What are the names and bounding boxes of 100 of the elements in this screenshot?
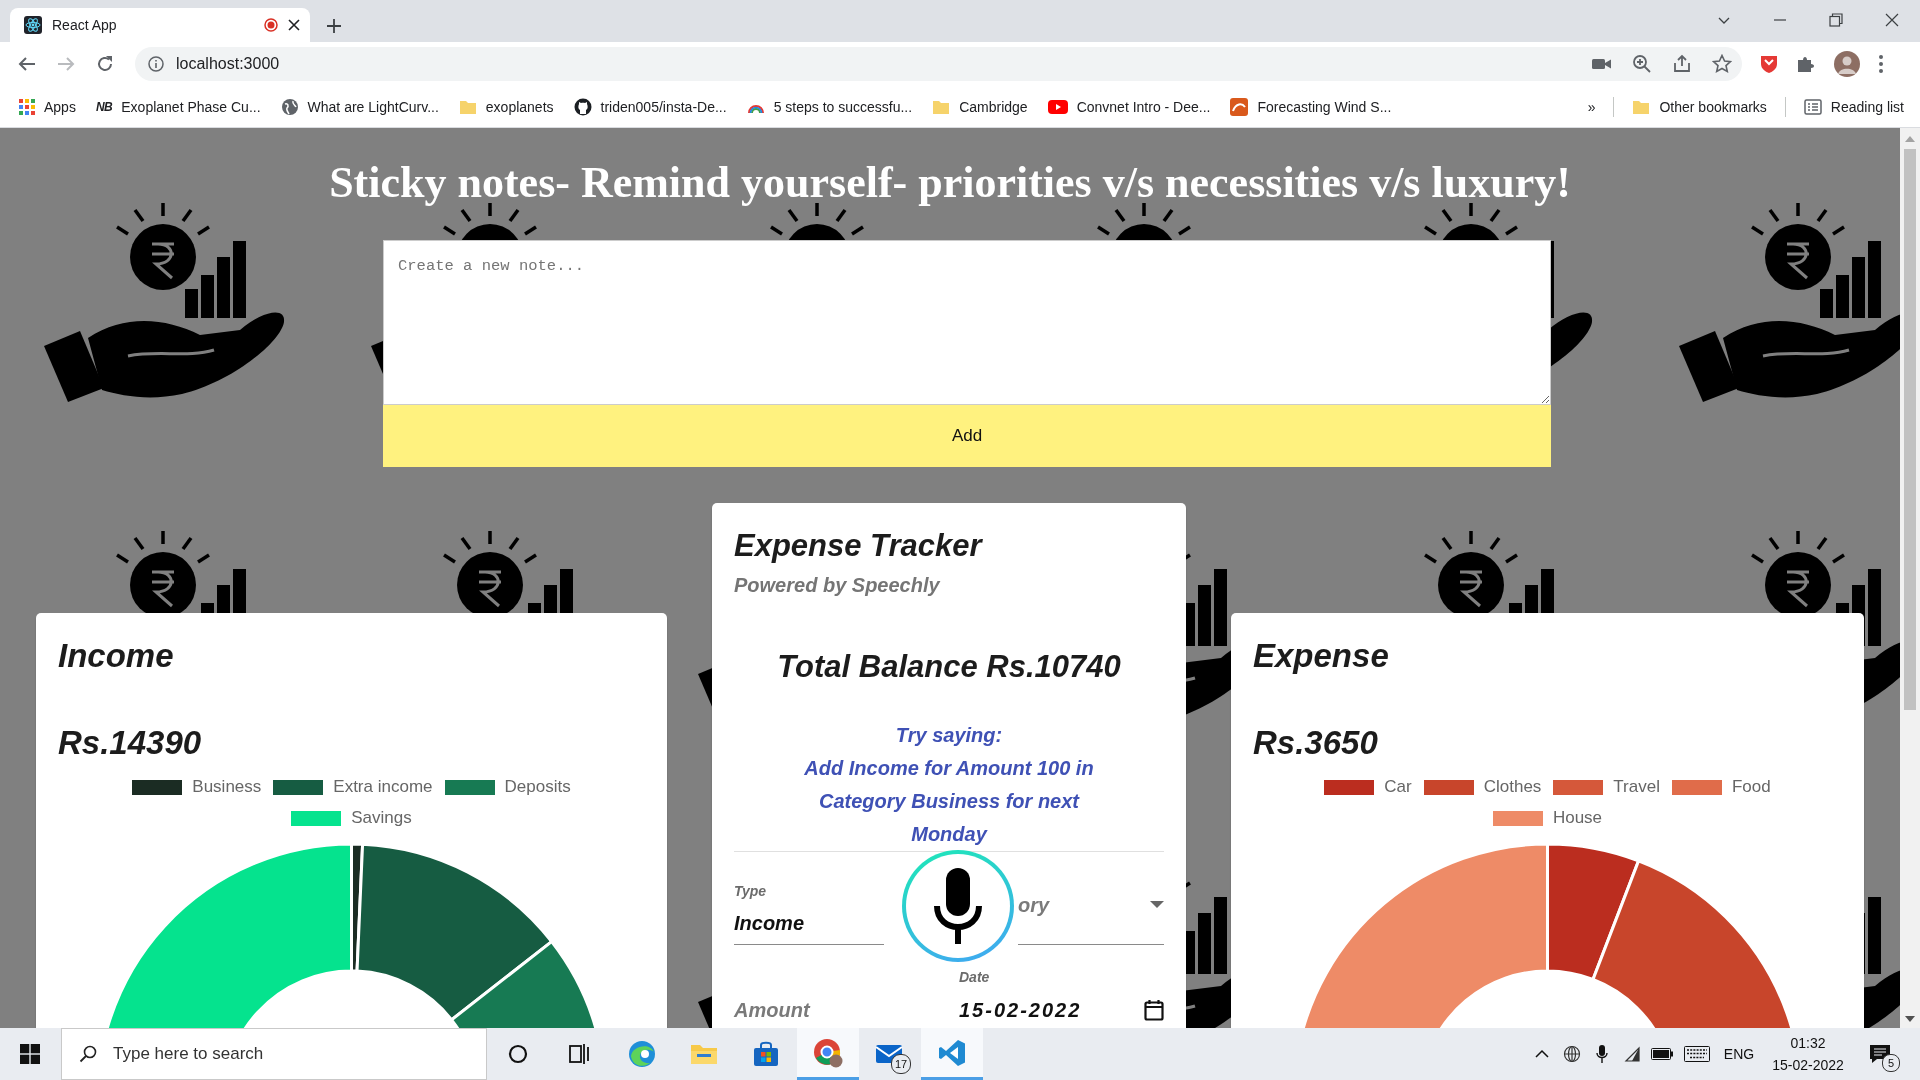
field-label: Date [959, 968, 990, 986]
date-value: 15-02-2022 [959, 998, 1082, 1023]
legend-label[interactable]: Deposits [504, 777, 571, 797]
note-input[interactable]: Create a new note... [383, 240, 1551, 405]
bookmark-link[interactable]: Reading list [1830, 98, 1904, 115]
legend-label[interactable]: Clothes [1483, 777, 1542, 797]
legend-label[interactable]: Travel [1613, 777, 1660, 797]
count-badge: 17 [891, 1054, 911, 1074]
favicon-text: NB [95, 99, 113, 114]
page-heading: Sticky notes- Remind yourself- priorities v/s necessities v/s luxury! [329, 157, 1571, 209]
type-select[interactable]: Type Income [734, 882, 884, 945]
star-icon[interactable] [1712, 54, 1732, 74]
chevron-up-icon[interactable] [1535, 1049, 1549, 1059]
bookmark-link[interactable]: triden005/insta-De... [600, 98, 727, 115]
folder-icon[interactable] [690, 1042, 718, 1066]
shield-icon[interactable] [1760, 54, 1778, 74]
atom-icon [24, 16, 42, 34]
info-icon[interactable] [148, 56, 164, 72]
bookmark-link[interactable]: What are LightCurv... [307, 98, 439, 115]
legend-label[interactable]: Savings [351, 808, 412, 828]
microphone-icon[interactable] [1596, 1045, 1608, 1063]
windows-logo-icon[interactable] [20, 1044, 40, 1064]
dark-circle-icon[interactable] [573, 97, 592, 116]
select-placeholder: ory [1018, 893, 1050, 918]
battery-icon[interactable] [1651, 1048, 1673, 1060]
legend-label[interactable]: House [1552, 808, 1603, 828]
swirl-tile-icon[interactable] [1230, 97, 1249, 116]
add-button[interactable]: Add [383, 405, 1551, 467]
bookmark-link[interactable]: Cambridge [959, 98, 1028, 115]
notification-button[interactable]: 5 [1855, 1034, 1905, 1074]
search-field[interactable]: Type here to search [61, 1028, 487, 1080]
shopping-bag-icon[interactable] [753, 1041, 779, 1067]
browser-circle-icon[interactable] [813, 1037, 843, 1068]
avatar-icon[interactable] [1834, 51, 1860, 77]
bookmark-link[interactable]: Forecasting Wind S... [1257, 98, 1392, 115]
bookmarks-overflow-button[interactable]: » [1587, 98, 1596, 115]
address-bar[interactable]: localhost:3000 [135, 47, 1742, 81]
count-badge: 5 [1882, 1054, 1900, 1072]
url-text: localhost:3000 [176, 55, 281, 73]
bookmark-link[interactable]: Apps [44, 98, 76, 115]
select-value: Income [734, 912, 805, 934]
legend-swatch[interactable] [1492, 810, 1543, 826]
globe-grid-icon[interactable] [1563, 1045, 1581, 1063]
apps-grid-icon[interactable] [19, 98, 35, 115]
keyboard-icon[interactable] [1684, 1046, 1710, 1062]
legend-swatch[interactable] [1324, 779, 1375, 795]
scroll-down-icon[interactable] [1905, 1016, 1915, 1022]
circle-icon[interactable] [508, 1044, 528, 1064]
field-label: Type [734, 882, 767, 900]
plus-icon[interactable] [326, 18, 342, 34]
globe-icon[interactable] [280, 97, 299, 116]
legend-label[interactable]: Car [1384, 777, 1412, 797]
legend-swatch[interactable] [132, 779, 183, 795]
reading-list-icon[interactable] [1803, 98, 1822, 115]
legend-swatch[interactable] [1671, 779, 1722, 795]
bookmark-link[interactable]: Exoplanet Phase Cu... [121, 98, 261, 115]
task-view-icon[interactable] [569, 1043, 591, 1065]
browser-tab[interactable]: React App [10, 8, 310, 42]
clock[interactable]: 01:32 15-02-2022 [1761, 1032, 1855, 1076]
search-icon [79, 1045, 97, 1063]
share-icon[interactable] [1672, 54, 1692, 74]
taskbar-app[interactable]: 17 [859, 1028, 921, 1080]
subtitle: Powered by Speechly [734, 573, 940, 598]
bookmark-link[interactable]: Convnet Intro - Dee... [1076, 98, 1211, 115]
scrollbar[interactable] [1900, 128, 1920, 1028]
camera-icon[interactable] [1592, 56, 1612, 72]
amount-text: Rs.3650 [1253, 723, 1378, 763]
close-icon[interactable] [288, 19, 300, 31]
category-select[interactable]: ory [1018, 882, 1164, 945]
play-button-icon[interactable] [1047, 99, 1068, 114]
card-title: Income [58, 636, 174, 676]
card-title: Expense Tracker [734, 527, 982, 565]
amount-text: Rs.14390 [58, 723, 202, 763]
bookmark-link[interactable]: 5 steps to successfu... [773, 98, 913, 115]
zoom-icon[interactable] [1632, 54, 1652, 74]
legend-label[interactable]: Business [192, 777, 262, 797]
field-placeholder: Amount [734, 998, 812, 1023]
language-indicator[interactable]: ENG [1717, 1046, 1761, 1062]
puzzle-icon[interactable] [1796, 54, 1816, 74]
legend-swatch[interactable] [1553, 779, 1604, 795]
microphone-icon [933, 868, 983, 944]
hint-text: Add Income for Amount 100 in Category Business for next Monday [803, 756, 1095, 847]
bookmark-link[interactable]: Other bookmarks [1659, 98, 1767, 115]
dropdown-caret-icon [1150, 901, 1164, 909]
legend-swatch[interactable] [291, 810, 342, 826]
code-editor-icon[interactable] [938, 1038, 966, 1067]
card-title: Expense [1253, 636, 1389, 676]
hint-title: Try saying: [894, 723, 1004, 748]
legend-label[interactable]: Food [1731, 777, 1771, 797]
legend-swatch[interactable] [444, 779, 495, 795]
legend-swatch[interactable] [273, 779, 324, 795]
scrollbar-thumb[interactable] [1904, 149, 1916, 710]
tab-title: React App [52, 17, 118, 33]
balance-text: Total Balance Rs.10740 [776, 648, 1122, 686]
browser-swirl-icon[interactable] [628, 1040, 656, 1068]
menu-icon[interactable] [1878, 54, 1884, 74]
bookmark-link[interactable]: exoplanets [485, 98, 554, 115]
legend-label[interactable]: Extra income [333, 777, 433, 797]
legend-swatch[interactable] [1423, 779, 1474, 795]
calendar-icon[interactable] [1144, 999, 1164, 1021]
